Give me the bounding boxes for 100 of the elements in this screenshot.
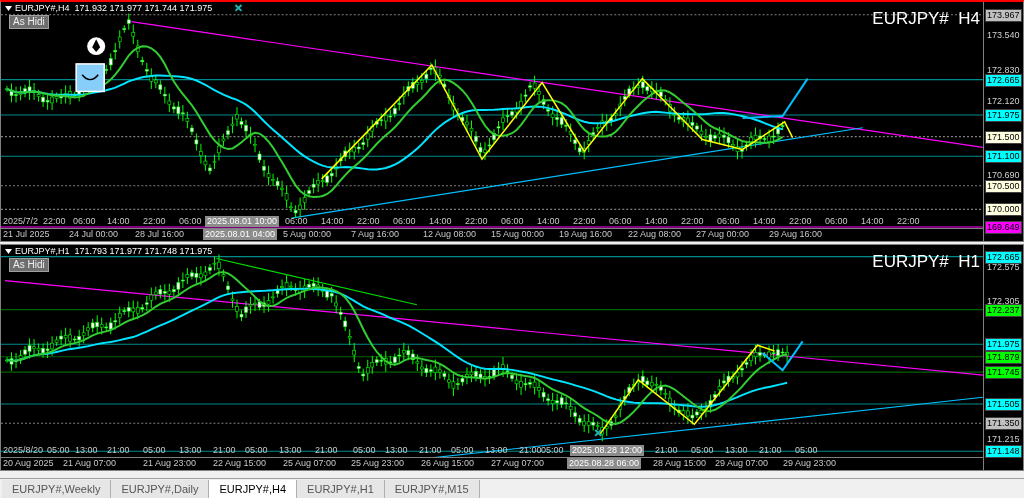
time-axis-label: 13:00	[179, 445, 202, 456]
time-axis-label: 22:00	[465, 216, 488, 227]
chart-tab[interactable]: EURJPY#,M15	[384, 480, 480, 498]
price-level-badge: 170.000	[985, 203, 1022, 217]
time-axis-label: 29 Aug 16:00	[769, 229, 823, 240]
price-level-badge: 171.975	[985, 109, 1022, 122]
time-axis-label: 21:00	[759, 445, 782, 456]
price-level-badge: 171.500	[985, 130, 1022, 144]
crosshair-time-label: 2025.08.28 12:00	[570, 445, 645, 456]
time-axis-label: 14:00	[861, 216, 884, 227]
time-axis-label: 06:00	[717, 216, 740, 227]
time-axis-label: 05:00	[245, 445, 268, 456]
price-axis-label: 173.540	[987, 30, 1020, 42]
time-axis-label: 21:00	[107, 445, 130, 456]
time-axis-label: 22:00	[789, 216, 812, 227]
time-axis-label: 26 Aug 15:00	[421, 458, 475, 469]
time-axis-label: 13:00	[385, 445, 408, 456]
crosshair-time-label: 2025.08.01 04:00	[203, 229, 278, 240]
pen-icon	[87, 37, 106, 56]
time-axis-label: 13:00	[725, 445, 748, 456]
time-axis-label: 22:00	[681, 216, 704, 227]
time-axis-label: 7 Aug 16:00	[351, 229, 400, 240]
time-axis-label: 21:00	[315, 445, 338, 456]
time-axis-label: 05:00	[451, 445, 474, 456]
time-axis-label: 12 Aug 08:00	[423, 229, 477, 240]
time-axis-label: 5 Aug 00:00	[283, 229, 332, 240]
time-axis-label: 14:00	[321, 216, 344, 227]
time-axis-label: 25 Aug 07:00	[283, 458, 337, 469]
time-axis-label: 06:00	[179, 216, 202, 227]
time-axis-label: 28 Jul 16:00	[135, 229, 185, 240]
crosshair-time-label: 2025.08.01 10:00	[205, 216, 280, 227]
caret-icon[interactable]	[5, 249, 12, 254]
time-axis-label: 22:00	[897, 216, 920, 227]
time-axis-label: 21 Aug 07:00	[63, 458, 117, 469]
time-axis-label: 22 Aug 15:00	[213, 458, 267, 469]
price-level-badge: 171.100	[985, 150, 1022, 164]
time-axis-label: 14:00	[645, 216, 668, 227]
time-axis-label: 21:00	[213, 445, 236, 456]
time-axis-label: 29 Aug 23:00	[783, 458, 837, 469]
time-axis-label: 06:00	[73, 216, 96, 227]
indicator-line	[741, 77, 809, 119]
price-axis-label: 172.830	[987, 64, 1020, 76]
chart-tab[interactable]: EURJPY#,H4	[209, 480, 298, 498]
time-axis-label: 14:00	[753, 216, 776, 227]
price-axis-label: 170.690	[987, 169, 1020, 181]
symbol-quote-header: EURJPY#,H1 171.793 171.977 171.748 171.975	[15, 246, 213, 257]
price-level-badge: 171.975	[985, 338, 1022, 352]
time-axis-label: 24 Jul 00:00	[69, 229, 119, 240]
time-axis-label: 22:00	[43, 216, 66, 227]
symbol-quote-header: EURJPY#,H4 171.932 171.977 171.744 171.975	[15, 3, 213, 14]
crosshair-time-label: 2025.08.28 06:00	[567, 458, 642, 469]
chart-tab[interactable]: EURJPY#,Weekly	[2, 480, 112, 498]
time-axis-label: 06:00	[285, 216, 308, 227]
price-level-badge: 173.967	[985, 8, 1022, 22]
price-level-badge: 171.505	[985, 398, 1022, 411]
price-level-badge: 172.665	[985, 73, 1022, 87]
time-axis-label: 29 Aug 07:00	[715, 458, 769, 469]
time-axis-label: 21:00	[655, 445, 678, 456]
time-axis-label: 21:00	[519, 445, 542, 456]
time-axis-label: 06:00	[825, 216, 848, 227]
price-axis-label: 172.120	[987, 96, 1020, 108]
time-axis-label: 05:00	[47, 445, 70, 456]
time-axis-label: 05:00	[353, 445, 376, 456]
x-marker-icon	[594, 429, 603, 437]
time-axis-label: 21:00	[419, 445, 442, 456]
chart-tab[interactable]: EURJPY#,H1	[297, 480, 385, 498]
time-axis-label: 22:00	[573, 216, 596, 227]
price-level-badge: 171.745	[985, 366, 1022, 380]
price-level-badge: 170.500	[985, 179, 1022, 193]
time-axis-label: 22:00	[143, 216, 166, 227]
time-axis-label: 21 Aug 23:00	[143, 458, 197, 469]
time-axis-label: 06:00	[393, 216, 416, 227]
time-axis-label: 19 Aug 16:00	[559, 229, 613, 240]
time-axis-label: 13:00	[279, 445, 302, 456]
price-level-badge: 171.148	[985, 445, 1022, 459]
hide-button[interactable]: As Hidi	[9, 15, 49, 29]
time-axis-label: 06:00	[609, 216, 632, 227]
time-axis-label: 27 Aug 07:00	[491, 458, 545, 469]
time-axis-label: 15 Aug 00:00	[491, 229, 545, 240]
time-axis-label: 14:00	[107, 216, 130, 227]
time-axis-label: 20 Aug 2025	[3, 458, 54, 469]
smile-square-icon	[75, 63, 105, 93]
time-axis-label: 05:00	[143, 445, 166, 456]
time-axis-label: 27 Aug 00:00	[696, 229, 750, 240]
chart-title: EURJPY# H4	[872, 9, 980, 29]
chart-title: EURJPY# H1	[872, 252, 980, 272]
time-axis-label: 14:00	[429, 216, 452, 227]
caret-icon[interactable]	[5, 6, 12, 11]
time-axis-label: 21 Jul 2025	[3, 229, 50, 240]
time-axis-label: 13:00	[75, 445, 98, 456]
chart-tab[interactable]: EURJPY#,Daily	[111, 480, 210, 498]
time-axis-label: 2025/7/2	[3, 216, 39, 227]
price-axis-label: 172.575	[987, 262, 1020, 274]
time-axis-label: 05:00	[541, 445, 564, 456]
time-axis-label: 14:00	[537, 216, 560, 227]
time-axis-label: 22:00	[357, 216, 380, 227]
x-marker-icon	[234, 3, 243, 12]
time-axis-label: 25 Aug 23:00	[351, 458, 405, 469]
time-axis-label: 05:00	[795, 445, 818, 456]
hide-button[interactable]: As Hidi	[9, 258, 49, 272]
